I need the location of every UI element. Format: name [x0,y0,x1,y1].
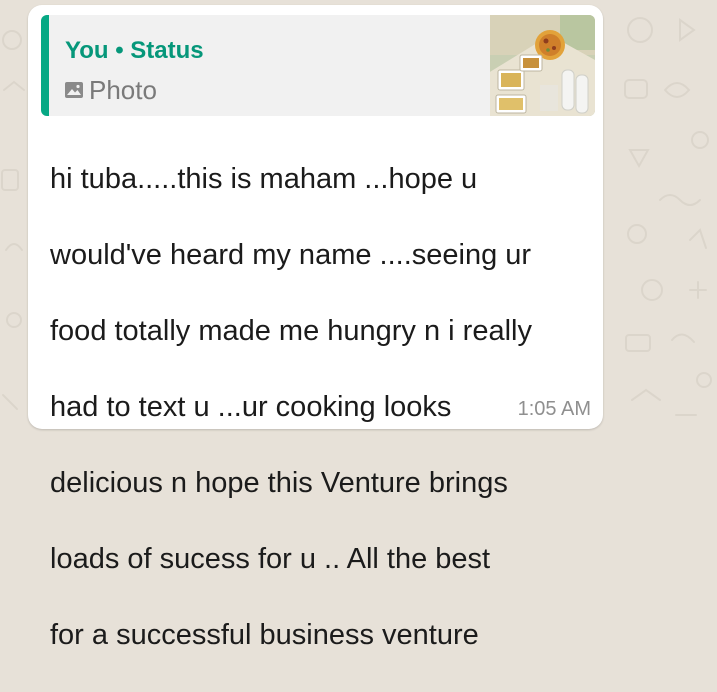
quote-accent-bar [41,15,49,116]
quote-author: You • Status [65,37,204,64]
message-line: had to text u ...ur cooking looks [50,391,452,423]
message-timestamp: 1:05 AM [517,398,591,420]
quote-media-label: Photo [89,74,157,105]
quote-media-type: Photo [65,75,157,105]
status-photo-thumbnail[interactable] [490,15,595,116]
message-line: would've heard my name ....seeing ur [50,239,532,271]
message-line: for a successful business venture [50,619,479,651]
message-line: loads of sucess for u .. All the best [50,543,491,575]
message-line: food totally made me hungry n i really [50,315,532,347]
photo-icon [65,82,83,98]
status-reply-quote[interactable]: You • Status Photo [41,15,595,116]
message-text: hi tuba.....this is maham ...hope u woul… [50,122,595,692]
message-line: delicious n hope this Venture brings [50,467,508,499]
message-line: hi tuba.....this is maham ...hope u [50,163,478,195]
message-bubble[interactable]: You • Status Photo hi tuba.....this is m… [28,5,603,651]
